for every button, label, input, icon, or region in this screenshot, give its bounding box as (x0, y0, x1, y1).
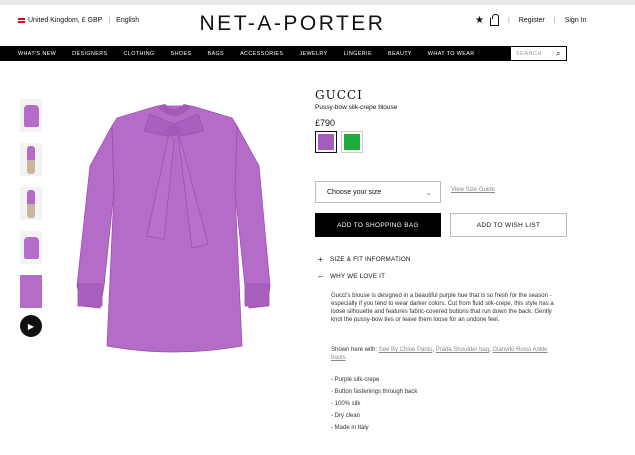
blouse-detail-image (20, 275, 42, 308)
blouse-thumb-image (23, 236, 39, 259)
feature-item: - Made in Italy (331, 425, 369, 431)
swatch-green[interactable] (341, 131, 363, 153)
nav-item-shoes[interactable]: SHOES (163, 51, 200, 57)
product-name: Pussy-bow silk-crepe blouse (315, 104, 398, 111)
bag-icon[interactable] (489, 13, 499, 26)
search-placeholder: SEARCH (516, 50, 542, 57)
minus-icon: – (318, 272, 323, 281)
nav-item-clothing[interactable]: CLOTHING (116, 51, 163, 57)
nav-item-beauty[interactable]: BEAUTY (380, 51, 420, 57)
color-swatches (315, 131, 363, 153)
model-thumb-image (27, 189, 35, 218)
locale-label[interactable]: United Kingdom, £ GBP (28, 17, 102, 24)
accordion-why-we-love-it[interactable]: – WHY WE LOVE IT (318, 272, 385, 281)
language-label[interactable]: English (116, 17, 139, 24)
play-icon: ▶ (27, 321, 35, 331)
uk-flag-icon (18, 18, 25, 23)
feature-item: - Dry clean (331, 413, 361, 419)
main-nav: WHAT'S NEW DESIGNERS CLOTHING SHOES BAGS… (0, 46, 567, 61)
thumbnail-model[interactable] (20, 143, 42, 176)
feature-item: - 100% silk (331, 401, 361, 407)
feature-list: - Purple silk-crepe - Button fastenings … (331, 374, 417, 434)
add-to-bag-button[interactable]: ADD TO SHOPPING BAG (315, 213, 441, 237)
top-strip (0, 0, 635, 5)
shown-with-label: Shown here with: (331, 347, 378, 353)
product-main-image[interactable] (72, 96, 277, 366)
nav-item-designers[interactable]: DESIGNERS (64, 51, 115, 57)
search-icon[interactable]: ⌕ (556, 49, 561, 59)
blouse-thumb-image (23, 104, 39, 127)
swatch-purple-color (318, 134, 334, 150)
size-select[interactable]: Choose your size ⌄ (315, 181, 441, 203)
site-logo[interactable]: NET-A-PORTER (180, 12, 405, 36)
thumbnail-back[interactable] (20, 231, 42, 264)
plus-icon: + (318, 255, 323, 264)
nav-item-lingerie[interactable]: LINGERIE (336, 51, 380, 57)
thumbnail-list: ▶ (20, 99, 44, 337)
search-input[interactable]: SEARCH ⌕ (510, 46, 567, 61)
nav-item-whats-new[interactable]: WHAT'S NEW (10, 51, 64, 57)
nav-item-bags[interactable]: BAGS (199, 51, 232, 57)
signin-link[interactable]: Sign In (565, 17, 587, 24)
size-guide-link[interactable]: View Size Guide (451, 187, 495, 193)
divider: | (553, 17, 556, 24)
accordion-size-fit-label: SIZE & FIT INFORMATION (330, 256, 411, 263)
product-brand[interactable]: GUCCI (315, 88, 363, 102)
feature-item: - Button fastenings through back (331, 389, 418, 395)
thumbnail-model-2[interactable] (20, 187, 42, 220)
nav-item-jewelry[interactable]: JEWELRY (291, 51, 335, 57)
thumbnail-front[interactable] (20, 99, 42, 132)
play-video-button[interactable]: ▶ (20, 315, 42, 337)
shown-with: Shown here with: See By Chloé Pants, Pra… (331, 347, 548, 362)
register-link[interactable]: Register (519, 17, 545, 24)
chevron-down-icon: ⌄ (425, 187, 432, 197)
locale-selector[interactable]: United Kingdom, £ GBP | English (18, 17, 139, 24)
swatch-green-color (344, 134, 360, 150)
nav-item-what-to-wear[interactable]: WHAT TO WEAR (420, 51, 483, 57)
add-to-wishlist-button[interactable]: ADD TO WISH LIST (450, 213, 567, 237)
shown-with-link[interactable]: Prada Shoulder bag (436, 347, 489, 353)
divider: | (108, 17, 111, 24)
nav-item-accessories[interactable]: ACCESSORIES (232, 51, 291, 57)
feature-item: - Purple silk-crepe (331, 377, 380, 383)
model-thumb-image (27, 145, 35, 174)
size-select-placeholder: Choose your size (327, 188, 382, 196)
product-description: Gucci's blouse is designed in a beautifu… (331, 293, 554, 324)
accordion-why-we-love-it-label: WHY WE LOVE IT (330, 273, 386, 280)
divider: | (507, 17, 510, 24)
product-price: £790 (315, 118, 336, 128)
account-area: ★ | Register | Sign In (475, 13, 587, 26)
thumbnail-detail[interactable] (20, 275, 42, 308)
shown-with-link[interactable]: See By Chloé Pants (379, 347, 433, 353)
swatch-purple[interactable] (315, 131, 337, 153)
accordion-size-fit[interactable]: + SIZE & FIT INFORMATION (318, 255, 411, 264)
star-icon[interactable]: ★ (475, 15, 484, 26)
